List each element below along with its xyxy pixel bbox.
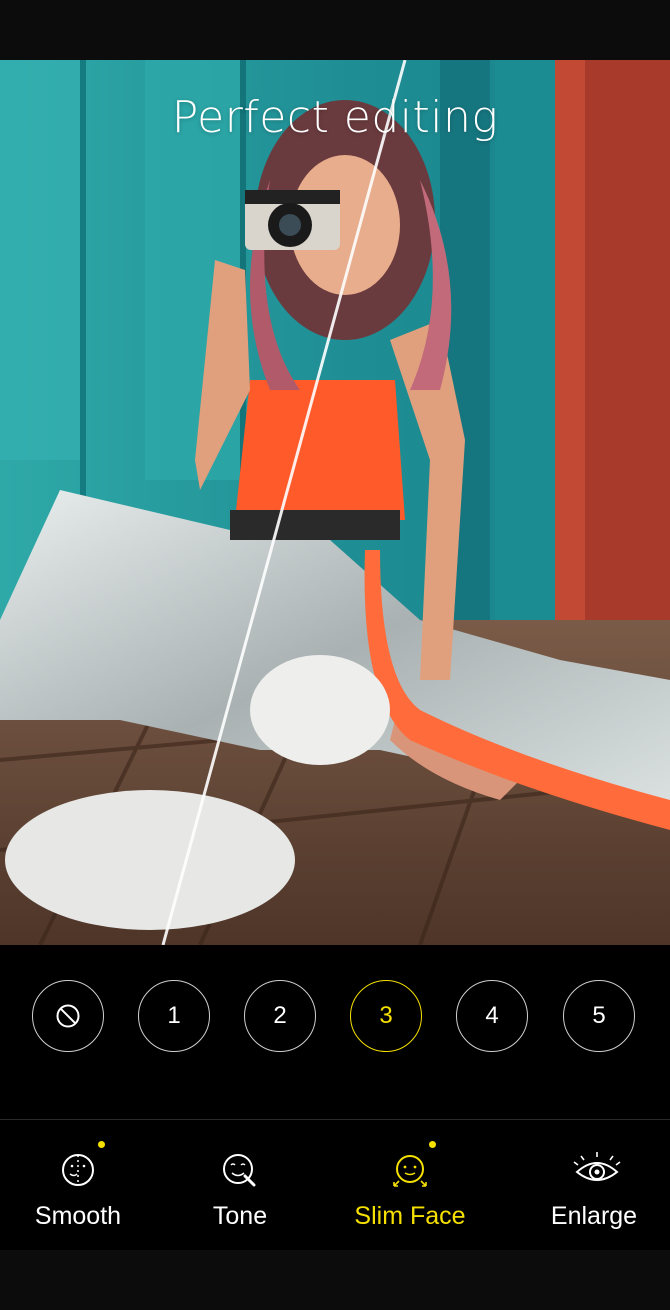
tool-enlarge[interactable]: Enlarge [534,1120,654,1250]
slim-face-icon [388,1148,432,1192]
smooth-icon [56,1148,100,1192]
tool-tone[interactable]: Tone [180,1120,300,1250]
beauty-toolbar: Smooth Tone Slim Face Enlarge [0,1120,670,1250]
intensity-selector: 1 2 3 4 5 [0,945,670,1120]
new-indicator-dot [98,1141,105,1148]
enlarge-eye-icon [572,1148,621,1192]
tool-tone-label: Tone [212,1202,268,1230]
tool-slim-face[interactable]: Slim Face [340,1120,480,1250]
level-3-button[interactable]: 3 [350,980,422,1052]
new-indicator-dot [429,1141,436,1148]
level-none-button[interactable] [32,980,104,1052]
navigation-bar [0,1250,670,1310]
tool-smooth[interactable]: Smooth [18,1120,138,1250]
photo-preview[interactable] [0,60,670,945]
tool-slim-face-label: Slim Face [354,1202,466,1230]
level-5-button[interactable]: 5 [563,980,635,1052]
tool-smooth-label: Smooth [34,1202,122,1230]
photo-illustration [0,60,670,945]
level-4-button[interactable]: 4 [456,980,528,1052]
tool-enlarge-label: Enlarge [550,1202,638,1230]
level-2-button[interactable]: 2 [244,980,316,1052]
headline-title: Perfect editing [171,92,499,143]
level-1-button[interactable]: 1 [138,980,210,1052]
disable-icon [56,1004,80,1028]
status-bar [0,0,670,60]
tone-icon [218,1148,262,1192]
